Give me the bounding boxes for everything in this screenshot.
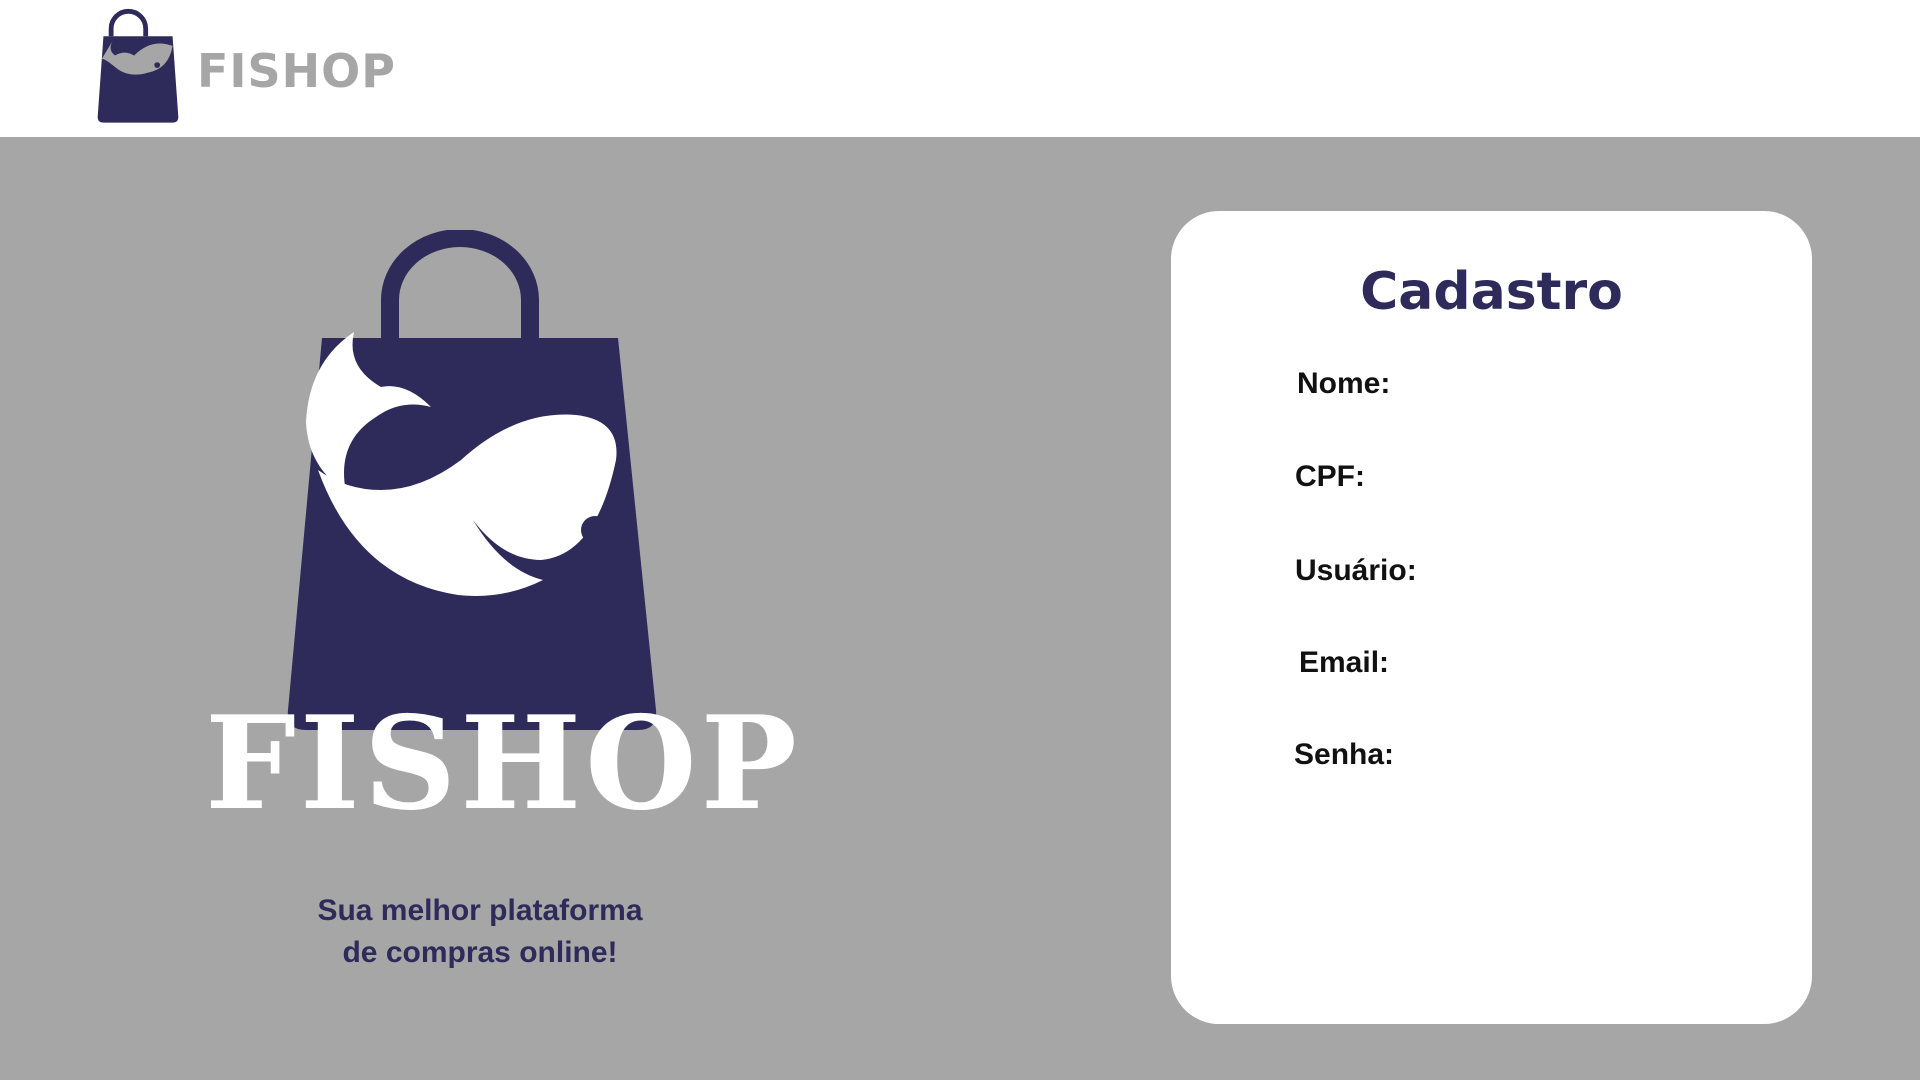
email-field-label[interactable]: Email: [1299,648,1389,678]
header-brand-name: FISHOP [197,44,396,98]
tagline-line-1: Sua melhor plataforma [317,894,643,927]
fishop-bag-logo-icon[interactable] [90,8,186,126]
signup-title: Cadastro [1360,262,1623,322]
cpf-field-label[interactable]: CPF: [1295,462,1365,492]
tagline: Sua melhor plataforma de compras online! [230,890,730,974]
signup-card: Cadastro Nome: CPF: Usuário: Email: Senh… [1171,211,1812,1024]
tagline-line-2: de compras online! [342,936,618,969]
username-field-label[interactable]: Usuário: [1295,556,1417,586]
password-field-label[interactable]: Senha: [1294,740,1394,770]
hero-brand-name: FISHOP [205,689,801,839]
name-field-label[interactable]: Nome: [1297,369,1390,399]
top-header: FISHOP [0,0,1920,137]
